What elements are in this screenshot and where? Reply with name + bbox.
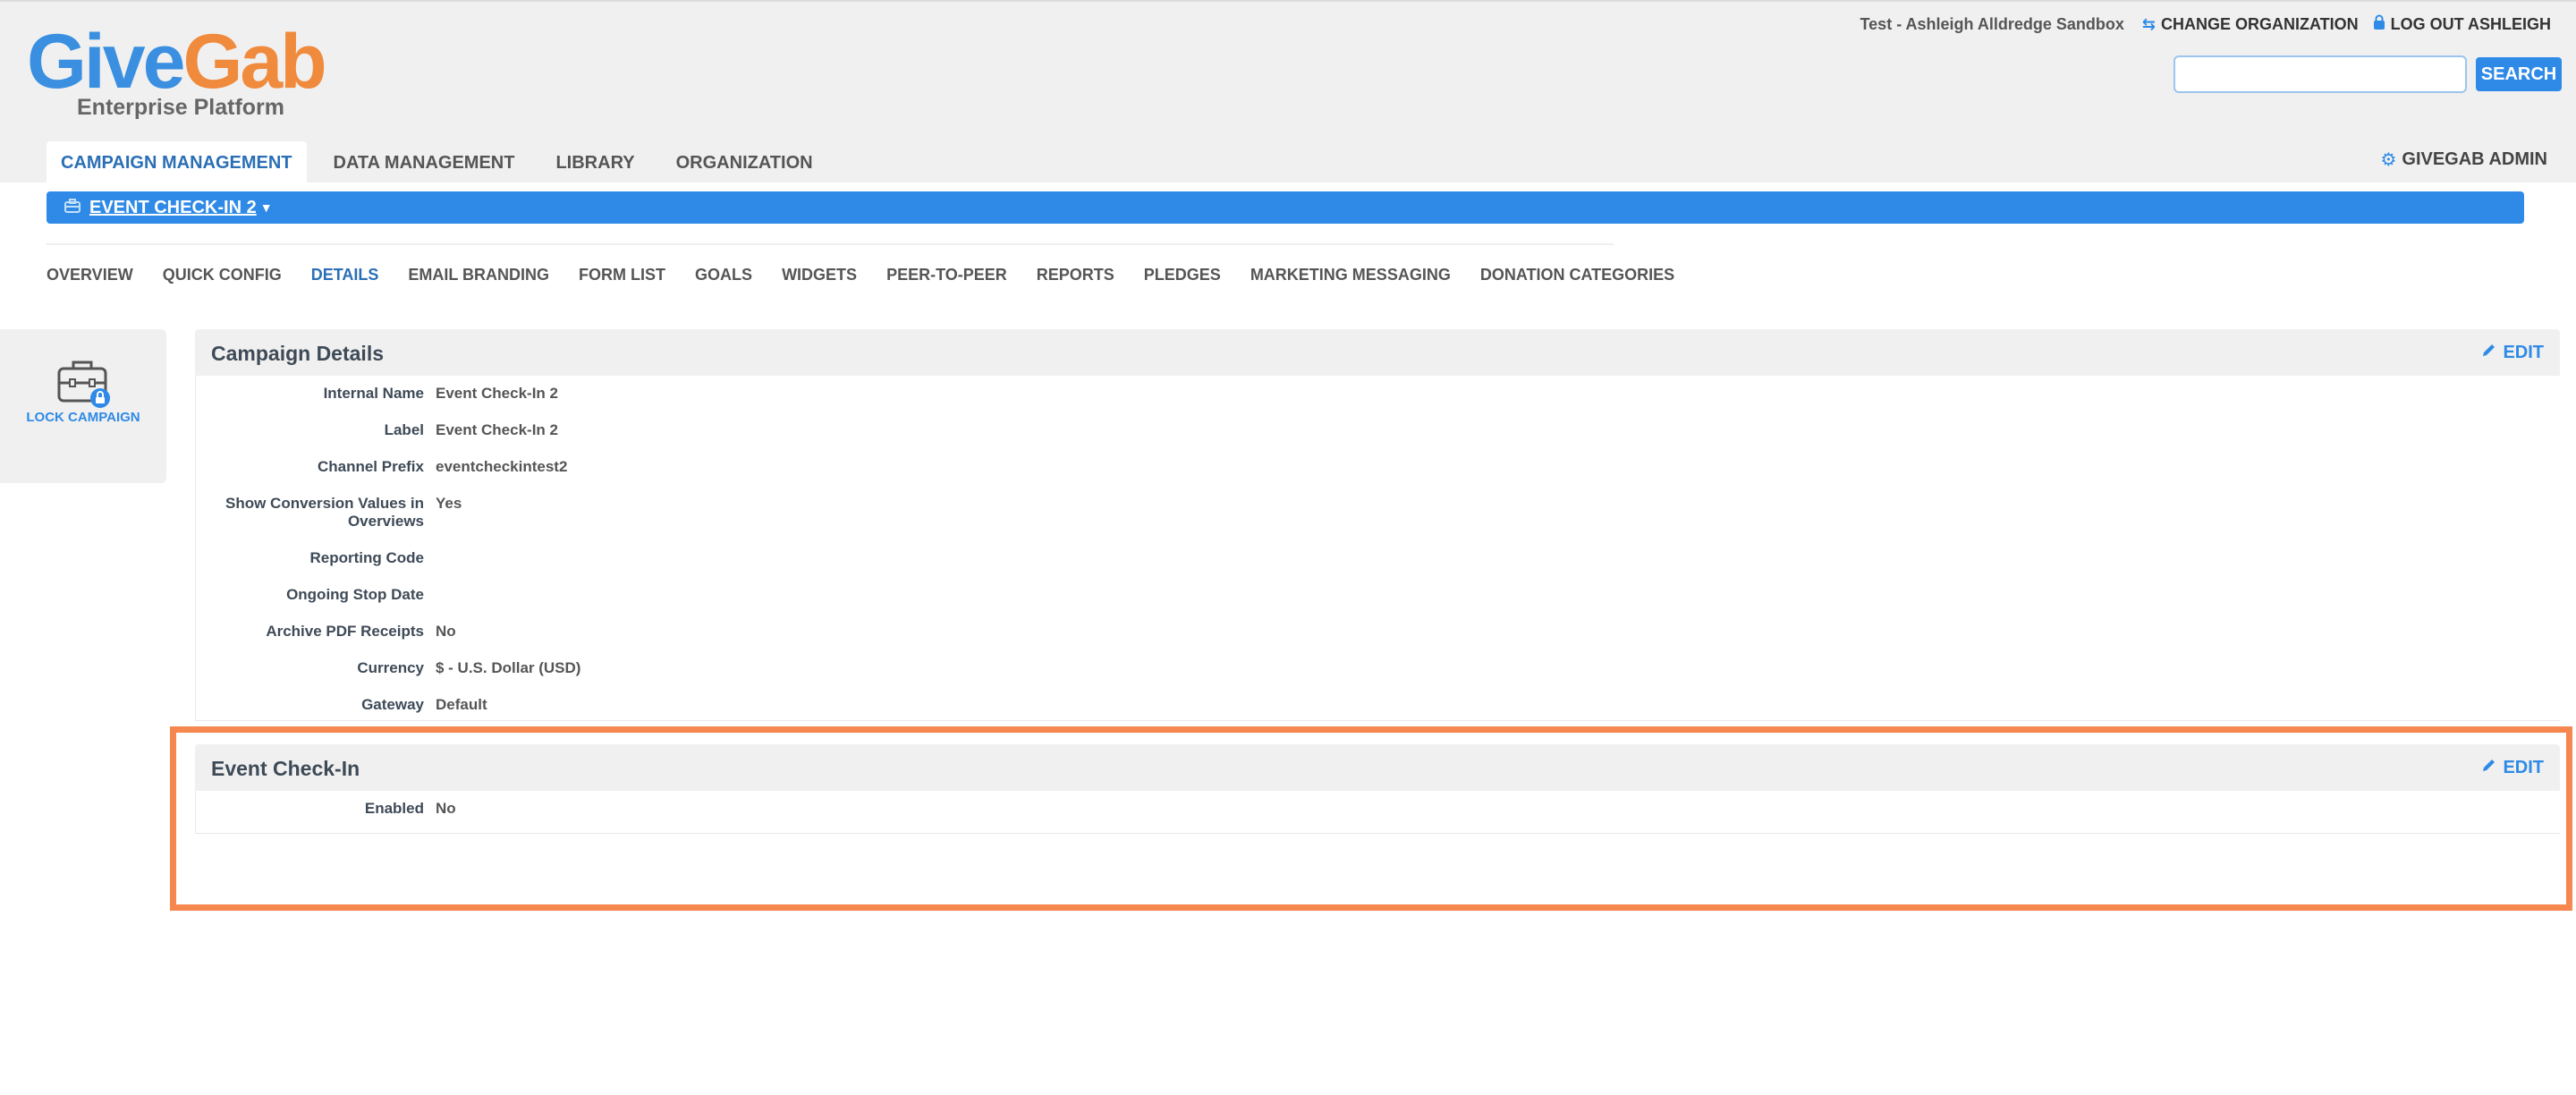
pencil-icon <box>2481 342 2497 363</box>
subnav-form-list[interactable]: FORM LIST <box>579 266 665 284</box>
detail-value: eventcheckintest2 <box>436 458 568 475</box>
search-button[interactable]: SEARCH <box>2476 57 2562 91</box>
tab-campaign-management[interactable]: CAMPAIGN MANAGEMENT <box>47 141 307 184</box>
campaign-sub-nav: OVERVIEW QUICK CONFIG DETAILS EMAIL BRAN… <box>47 263 1704 286</box>
detail-label: Label <box>384 421 424 438</box>
logout-link[interactable]: LOG OUT ASHLEIGH <box>2373 14 2551 35</box>
givegab-logo[interactable]: GiveGab Enterprise Platform <box>27 23 327 120</box>
detail-label: Reporting Code <box>309 549 425 566</box>
campaign-selector-bar[interactable]: EVENT CHECK-IN 2 ▼ <box>47 191 2524 224</box>
tab-organization[interactable]: ORGANIZATION <box>662 141 827 184</box>
subnav-reports[interactable]: REPORTS <box>1037 266 1114 284</box>
swap-icon: ⇆ <box>2141 14 2156 33</box>
detail-label: Internal Name <box>323 385 424 402</box>
subnav-overview[interactable]: OVERVIEW <box>47 266 133 284</box>
detail-label: Archive PDF Receipts <box>266 623 424 640</box>
subnav-quick-config[interactable]: QUICK CONFIG <box>163 266 282 284</box>
campaign-details-edit-button[interactable]: EDIT <box>2481 342 2544 363</box>
change-organization-link[interactable]: ⇆ CHANGE ORGANIZATION <box>2142 15 2359 34</box>
detail-label: Gateway <box>361 696 424 713</box>
detail-label: Currency <box>357 659 424 676</box>
subnav-peer-to-peer[interactable]: PEER-TO-PEER <box>886 266 1007 284</box>
subnav-pledges[interactable]: PLEDGES <box>1144 266 1221 284</box>
detail-value: $ - U.S. Dollar (USD) <box>436 659 581 676</box>
subnav-widgets[interactable]: WIDGETS <box>782 266 857 284</box>
gear-icon: ⚙ <box>2380 150 2397 170</box>
side-panel: LOCK CAMPAIGN <box>0 329 166 483</box>
subnav-details[interactable]: DETAILS <box>311 266 379 284</box>
tab-library[interactable]: LIBRARY <box>541 141 648 184</box>
lock-campaign-button[interactable]: LOCK CAMPAIGN <box>0 329 166 483</box>
tab-data-management[interactable]: DATA MANAGEMENT <box>319 141 530 184</box>
top-links: Test - Ashleigh Alldredge Sandbox ⇆ CHAN… <box>1860 9 2551 39</box>
subnav-donation-categories[interactable]: DONATION CATEGORIES <box>1480 266 1674 284</box>
highlight-box <box>170 726 2572 911</box>
campaign-details-body: Internal Name Event Check-In 2 Label Eve… <box>195 376 2560 721</box>
logout-label: LOG OUT ASHLEIGH <box>2390 14 2551 33</box>
subnav-goals[interactable]: GOALS <box>695 266 752 284</box>
givegab-admin-label: GIVEGAB ADMIN <box>2402 149 2547 169</box>
logo-gab-text: Gab <box>182 19 326 105</box>
detail-value: Yes <box>436 495 462 512</box>
logo-give-text: Give <box>27 19 185 105</box>
chevron-down-icon[interactable]: ▼ <box>260 200 273 215</box>
briefcase-icon <box>64 198 80 217</box>
detail-label: Channel Prefix <box>317 458 424 475</box>
organization-name: Test - Ashleigh Alldredge Sandbox <box>1860 14 2124 33</box>
subnav-email-branding[interactable]: EMAIL BRANDING <box>408 266 549 284</box>
lock-campaign-label: LOCK CAMPAIGN <box>26 410 140 425</box>
divider <box>47 243 1614 245</box>
lock-icon <box>2373 14 2385 35</box>
logo-subtitle: Enterprise Platform <box>77 95 285 120</box>
locked-briefcase-icon <box>57 361 110 408</box>
detail-value: Event Check-In 2 <box>436 385 558 402</box>
detail-value: Event Check-In 2 <box>436 421 558 438</box>
detail-value: No <box>436 623 456 640</box>
campaign-details-header: Campaign Details EDIT <box>195 329 2560 376</box>
campaign-details-title: Campaign Details <box>211 342 384 365</box>
givegab-admin-link[interactable]: ⚙ GIVEGAB ADMIN <box>2380 149 2547 171</box>
edit-label: EDIT <box>2503 342 2544 362</box>
search-input[interactable] <box>2174 55 2467 93</box>
campaign-name-link[interactable]: EVENT CHECK-IN 2 <box>89 198 257 218</box>
detail-label: Ongoing Stop Date <box>286 586 424 603</box>
app-header: GiveGab Enterprise Platform Test - Ashle… <box>0 0 2576 184</box>
change-organization-label: CHANGE ORGANIZATION <box>2160 14 2359 33</box>
detail-label: Show Conversion Values in Overviews <box>225 495 424 530</box>
subnav-marketing-messaging[interactable]: MARKETING MESSAGING <box>1250 266 1451 284</box>
main-nav: CAMPAIGN MANAGEMENT DATA MANAGEMENT LIBR… <box>47 141 840 184</box>
detail-value: Default <box>436 696 487 713</box>
